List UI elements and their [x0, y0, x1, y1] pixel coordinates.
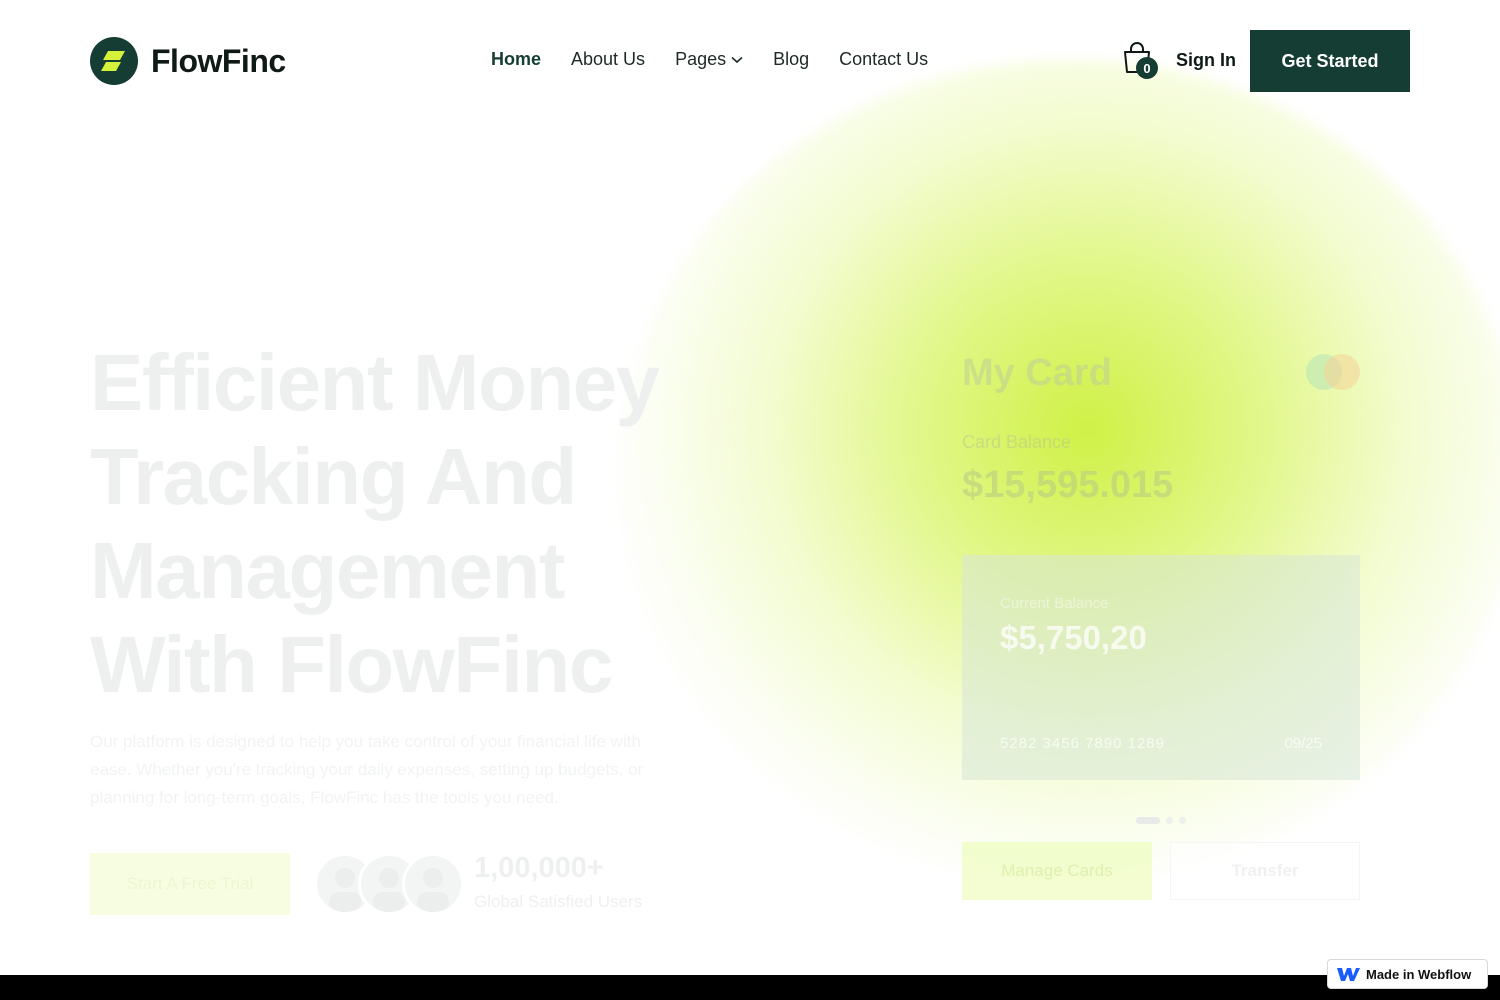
main-nav: Home About Us Pages Blog Contact Us [491, 49, 958, 70]
bottom-bar [0, 975, 1500, 1000]
logo-mark-icon [90, 37, 138, 85]
user-avatars [314, 853, 464, 915]
avatar [402, 853, 464, 915]
hero-description: Our platform is designed to help you tak… [90, 732, 644, 807]
hero-title-line: With FlowFinc [90, 620, 613, 709]
hero-title-line: Efficient Money [90, 338, 660, 427]
nav-item-pages[interactable]: Pages [675, 49, 743, 70]
cart-button[interactable]: 0 [1122, 42, 1162, 80]
hero-title: Efficient Money Tracking And Management … [90, 336, 790, 712]
nav-item-pages-label: Pages [675, 49, 727, 69]
card-expiry: 09/25 [1284, 735, 1322, 752]
carousel-dot[interactable] [1179, 817, 1186, 824]
nav-item-about-us[interactable]: About Us [571, 49, 645, 70]
start-free-trial-button[interactable]: Start A Free Trial [90, 853, 290, 915]
cart-count-badge: 0 [1136, 57, 1158, 79]
nav-item-home[interactable]: Home [491, 49, 541, 70]
carousel-dot[interactable] [1166, 817, 1173, 824]
current-balance-label: Current Balance [1000, 595, 1109, 612]
webflow-badge-label: Made in Webflow [1366, 966, 1472, 982]
get-started-button[interactable]: Get Started [1250, 30, 1410, 92]
card-number: 5282 3456 7890 1289 [1000, 735, 1165, 752]
manage-cards-button[interactable]: Manage Cards [962, 842, 1152, 900]
nav-item-blog[interactable]: Blog [773, 49, 809, 70]
current-balance-value: $5,750,20 [1000, 619, 1147, 656]
made-in-webflow-badge[interactable]: Made in Webflow [1327, 959, 1488, 989]
hero-title-line: Tracking And [90, 432, 577, 521]
users-count: 1,00,000+ [474, 852, 604, 884]
logo-text: FlowFinc [151, 42, 286, 79]
carousel-dot[interactable] [1136, 817, 1160, 824]
sign-in-link[interactable]: Sign In [1176, 50, 1236, 71]
transfer-button[interactable]: Transfer [1170, 842, 1360, 900]
card-balance-value: $15,595.015 [962, 464, 1174, 506]
users-label: Global Satisfied Users [474, 892, 643, 911]
site-header: FlowFinc Home About Us Pages Blog Contac… [0, 0, 1500, 122]
credit-card[interactable]: Current Balance $5,750,20 5282 3456 7890… [962, 555, 1360, 780]
chevron-down-icon [731, 56, 743, 63]
webflow-logo-icon [1337, 968, 1360, 981]
card-balance-label: Card Balance [962, 432, 1072, 452]
carousel-dots [1136, 817, 1192, 824]
hero-title-line: Management [90, 526, 565, 615]
nav-item-contact-us[interactable]: Contact Us [839, 49, 928, 70]
my-card-title: My Card [962, 352, 1112, 394]
card-network-logo-icon [1306, 354, 1360, 390]
logo[interactable]: FlowFinc [90, 37, 286, 85]
